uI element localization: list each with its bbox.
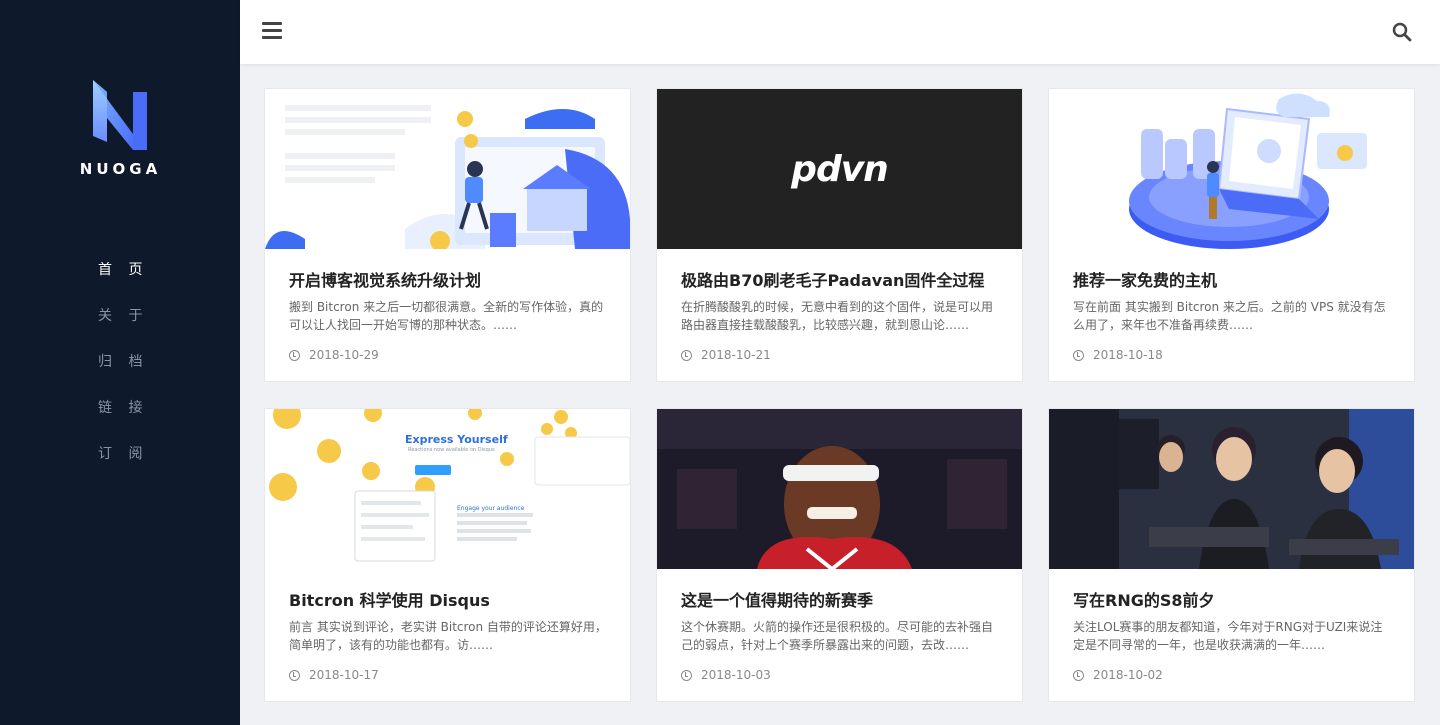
top-bar [240,0,1440,64]
nav-item-links[interactable]: 链 接 [98,396,148,442]
post-card[interactable]: 写在RNG的S8前夕 关注LOL赛事的朋友都知道，今年对于RNG对于UZI来说注… [1048,408,1415,702]
post-card[interactable]: Express Yourself Reactions now available… [264,408,631,702]
clock-icon [1073,349,1084,361]
post-excerpt: 关注LOL赛事的朋友都知道，今年对于RNG对于UZI来说注定是不同寻常的一年，也… [1073,620,1383,652]
logo-mark-icon [93,80,147,150]
post-card[interactable]: pdvn 极路由B70刷老毛子Padavan固件全过程 在折腾酸酸乳的时候，无意… [656,88,1023,382]
post-date: 2018-10-02 [1073,668,1163,682]
clock-icon [1073,669,1084,681]
disqus-heading-2: Engage your audience [457,505,525,512]
post-card[interactable]: 这是一个值得期待的新赛季 这个休赛期。火箭的操作还是很积极的。尽可能的去补强自己… [656,408,1023,702]
post-thumbnail-disqus-reactions: Express Yourself Reactions now available… [265,409,630,569]
post-title[interactable]: 写在RNG的S8前夕 [1073,587,1215,611]
clock-icon [681,669,692,681]
post-thumbnail-basketball-photo [657,409,1022,569]
nav-item-home[interactable]: 首 页 [98,258,148,304]
post-date-text: 2018-10-18 [1093,348,1163,362]
post-excerpt: 前言 其实说到评论，老实讲 Bitcron 自带的评论还算好用，简单明了，该有的… [289,620,607,652]
post-excerpt: 搬到 Bitcron 来之后一切都很满意。全新的写作体验，真的可以让人找回一开始… [289,300,604,332]
brand-logo[interactable]: NUOGA [73,78,168,178]
post-thumbnail-padavan: pdvn [657,89,1022,249]
nav-item-about[interactable]: 关 于 [98,304,148,350]
clock-icon [289,669,300,681]
post-thumbnail-hosting-illustration [1049,89,1414,249]
nav-item-subscribe[interactable]: 订 阅 [98,442,148,488]
post-date: 2018-10-21 [681,348,771,362]
post-date-text: 2018-10-29 [309,348,379,362]
post-title[interactable]: 极路由B70刷老毛子Padavan固件全过程 [681,267,984,291]
post-excerpt: 写在前面 其实搬到 Bitcron 来之后。之前的 VPS 就没有怎么用了，来年… [1073,300,1386,332]
post-date: 2018-10-03 [681,668,771,682]
post-title[interactable]: 这是一个值得期待的新赛季 [681,587,873,611]
post-date-text: 2018-10-21 [701,348,771,362]
post-date: 2018-10-17 [289,668,379,682]
brand-name: NUOGA [79,160,162,178]
post-title[interactable]: 推荐一家免费的主机 [1073,267,1217,291]
hamburger-menu-icon[interactable] [262,22,282,42]
post-card[interactable]: 推荐一家免费的主机 写在前面 其实搬到 Bitcron 来之后。之前的 VPS … [1048,88,1415,382]
padavan-logo-text: pdvn [791,148,889,190]
post-thumbnail-esports-photo [1049,409,1414,569]
main-nav: 首 页 关 于 归 档 链 接 订 阅 [98,258,148,488]
post-excerpt: 在折腾酸酸乳的时候，无意中看到的这个固件，说是可以用路由器直接挂载酸酸乳，比较感… [681,300,994,332]
post-date-text: 2018-10-17 [309,668,379,682]
post-card[interactable]: 开启博客视觉系统升级计划 搬到 Bitcron 来之后一切都很满意。全新的写作体… [264,88,631,382]
post-date-text: 2018-10-03 [701,668,771,682]
clock-icon [289,349,300,361]
sidebar: NUOGA 首 页 关 于 归 档 链 接 订 阅 [0,0,240,725]
post-thumbnail-blog-illustration [265,89,630,249]
search-icon[interactable] [1392,22,1412,42]
disqus-heading: Express Yourself [405,433,508,446]
post-date: 2018-10-29 [289,348,379,362]
post-title[interactable]: 开启博客视觉系统升级计划 [289,267,481,291]
clock-icon [681,349,692,361]
post-title[interactable]: Bitcron 科学使用 Disqus [289,587,490,611]
nav-item-archive[interactable]: 归 档 [98,350,148,396]
post-date-text: 2018-10-02 [1093,668,1163,682]
disqus-subheading: Reactions now available on Disqus [408,447,495,453]
post-date: 2018-10-18 [1073,348,1163,362]
post-excerpt: 这个休赛期。火箭的操作还是很积极的。尽可能的去补强自己的弱点，针对上个赛季所暴露… [681,620,994,652]
